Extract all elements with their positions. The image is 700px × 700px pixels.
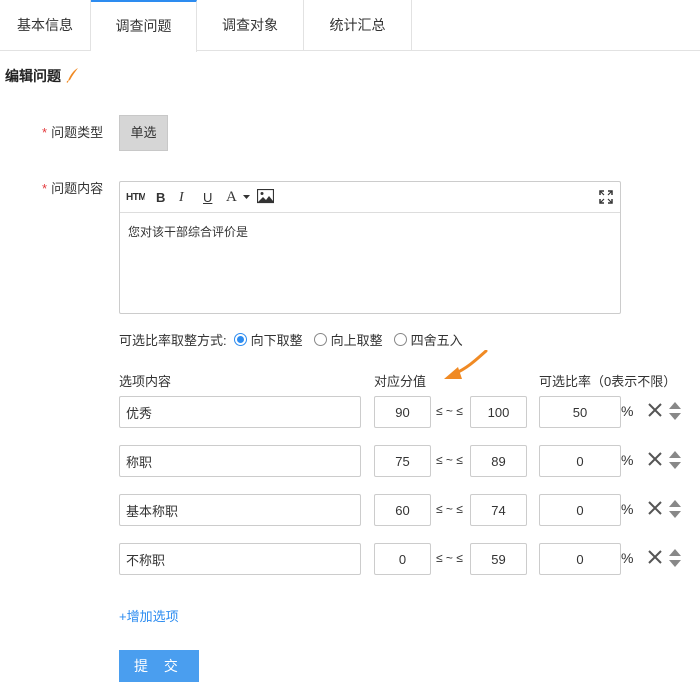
- delete-option-icon[interactable]: [648, 550, 662, 564]
- editor-toolbar: HTML B I U A: [120, 182, 620, 213]
- score-min-input[interactable]: [374, 494, 431, 526]
- option-content-input[interactable]: [119, 543, 361, 575]
- score-max-input[interactable]: [470, 396, 527, 428]
- font-color-button[interactable]: A: [226, 182, 237, 213]
- radio-icon[interactable]: [313, 332, 327, 346]
- font-color-label: A: [226, 189, 237, 205]
- range-separator: ≤ ~ ≤: [436, 502, 463, 516]
- sort-updown-icon[interactable]: [669, 500, 681, 518]
- score-min-input[interactable]: [374, 543, 431, 575]
- rounding-options: 可选比率取整方式: 向下取整 向上取整 四舍五入: [119, 330, 474, 348]
- rounding-option-label: 向上取整: [330, 332, 383, 348]
- fullscreen-icon[interactable]: [599, 190, 613, 204]
- option-content-input[interactable]: [119, 445, 361, 477]
- tab-basic-info[interactable]: 基本信息: [0, 0, 91, 51]
- rounding-option-round[interactable]: 四舍五入: [393, 330, 463, 349]
- html-source-button[interactable]: HTML: [126, 182, 145, 213]
- sort-updown-icon[interactable]: [669, 451, 681, 469]
- sort-updown-icon[interactable]: [669, 402, 681, 420]
- range-separator: ≤ ~ ≤: [436, 453, 463, 467]
- ratio-input[interactable]: [539, 543, 621, 575]
- underline-button[interactable]: U: [203, 182, 212, 213]
- rounding-option-down[interactable]: 向下取整: [233, 330, 303, 349]
- question-type-label: * 问题类型: [42, 122, 103, 141]
- sort-updown-icon[interactable]: [669, 549, 681, 567]
- score-max-input[interactable]: [470, 445, 527, 477]
- image-icon[interactable]: [257, 189, 274, 204]
- radio-selected-icon[interactable]: [233, 332, 247, 346]
- required-mark: *: [42, 125, 48, 140]
- question-type-label-text: 问题类型: [51, 125, 104, 140]
- tab-survey-questions[interactable]: 调查问题: [91, 0, 197, 52]
- percent-sign: %: [621, 501, 634, 517]
- tab-statistics[interactable]: 统计汇总: [304, 0, 412, 51]
- score-max-input[interactable]: [470, 543, 527, 575]
- score-min-input[interactable]: [374, 445, 431, 477]
- add-option-link[interactable]: +增加选项: [119, 606, 179, 625]
- question-type-value[interactable]: 单选: [119, 115, 168, 151]
- italic-button[interactable]: I: [179, 182, 184, 213]
- editor-content[interactable]: 您对该干部综合评价是: [120, 213, 620, 250]
- submit-button[interactable]: 提 交: [119, 650, 199, 682]
- option-content-input[interactable]: [119, 396, 361, 428]
- delete-option-icon[interactable]: [648, 403, 662, 417]
- section-title: 编辑问题: [5, 68, 61, 84]
- column-header-ratio: 可选比率（0表示不限）: [539, 374, 677, 389]
- range-separator: ≤ ~ ≤: [436, 551, 463, 565]
- column-header-option-content: 选项内容: [119, 374, 172, 389]
- ratio-input[interactable]: [539, 494, 621, 526]
- tab-survey-targets[interactable]: 调查对象: [197, 0, 304, 51]
- rounding-option-up[interactable]: 向上取整: [313, 330, 383, 349]
- score-max-input[interactable]: [470, 494, 527, 526]
- percent-sign: %: [621, 403, 634, 419]
- ratio-input[interactable]: [539, 445, 621, 477]
- rich-text-editor: HTML B I U A 您对该干部综合评价是: [119, 181, 621, 314]
- option-content-input[interactable]: [119, 494, 361, 526]
- percent-sign: %: [621, 452, 634, 468]
- required-mark: *: [42, 181, 48, 196]
- bold-button[interactable]: B: [156, 182, 165, 213]
- percent-sign: %: [621, 550, 634, 566]
- tab-bar: 基本信息 调查问题 调查对象 统计汇总: [0, 0, 700, 52]
- rounding-option-label: 向下取整: [250, 332, 303, 348]
- score-min-input[interactable]: [374, 396, 431, 428]
- question-content-label: * 问题内容: [42, 178, 103, 197]
- edit-pen-icon: [66, 68, 78, 83]
- rounding-label: 可选比率取整方式:: [119, 332, 227, 348]
- delete-option-icon[interactable]: [648, 452, 662, 466]
- chevron-down-icon[interactable]: [243, 195, 250, 200]
- question-content-label-text: 问题内容: [51, 181, 104, 196]
- radio-icon[interactable]: [393, 332, 407, 346]
- range-separator: ≤ ~ ≤: [436, 404, 463, 418]
- ratio-input[interactable]: [539, 396, 621, 428]
- pointer-arrow-icon: [444, 350, 488, 379]
- column-header-score: 对应分值: [374, 374, 427, 389]
- rounding-option-label: 四舍五入: [410, 332, 463, 348]
- delete-option-icon[interactable]: [648, 501, 662, 515]
